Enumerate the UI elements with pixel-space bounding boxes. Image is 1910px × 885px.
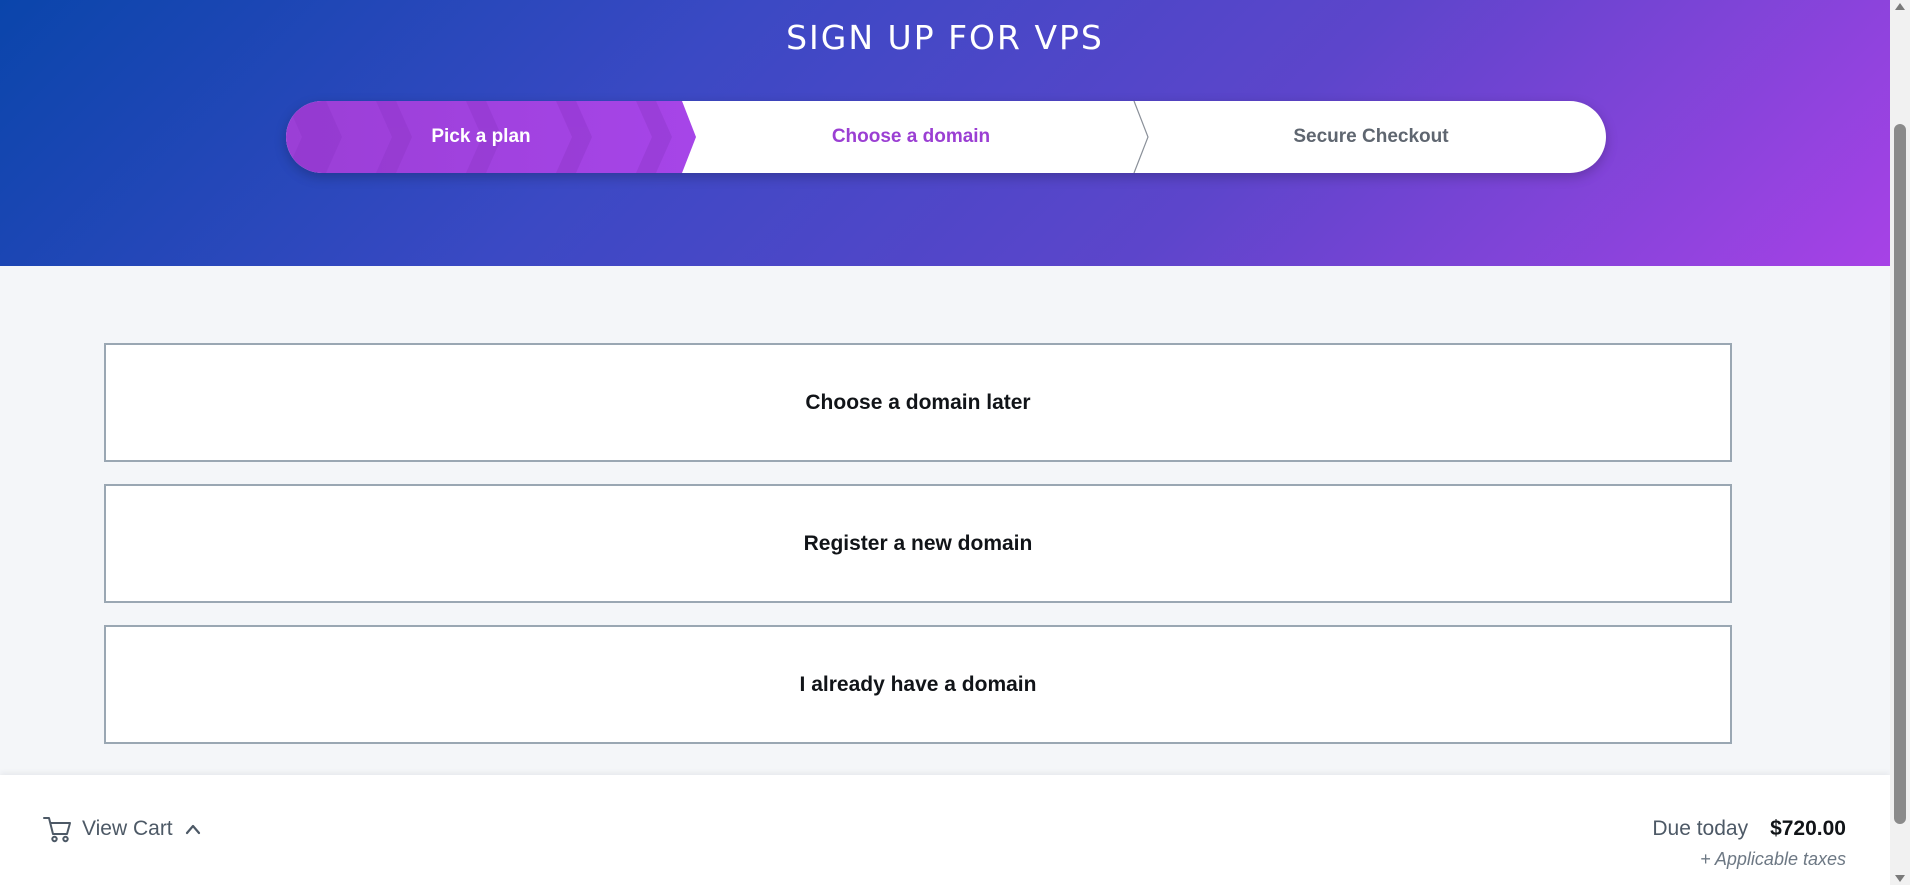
- due-today-row: Due today $720.00: [1652, 817, 1846, 841]
- page-title: SIGN UP FOR VPS: [786, 18, 1104, 57]
- progress-stepper: Pick a plan Choose a domain Secure Check…: [286, 101, 1606, 173]
- step-choose-a-domain[interactable]: Choose a domain: [686, 101, 1136, 173]
- step-pick-a-plan[interactable]: Pick a plan: [286, 101, 696, 173]
- step-secure-checkout[interactable]: Secure Checkout: [1136, 101, 1606, 173]
- step-label: Secure Checkout: [1293, 126, 1449, 147]
- already-have-domain-option[interactable]: I already have a domain: [104, 625, 1732, 744]
- step-label: Pick a plan: [431, 126, 531, 147]
- due-today-amount: $720.00: [1770, 817, 1846, 840]
- scroll-down-arrow-icon[interactable]: [1895, 875, 1905, 882]
- view-cart-label: View Cart: [82, 817, 173, 840]
- due-today-label: Due today: [1652, 817, 1749, 840]
- scroll-up-arrow-icon[interactable]: [1895, 3, 1905, 10]
- option-label: Choose a domain later: [805, 390, 1031, 414]
- choose-domain-later-option[interactable]: Choose a domain later: [104, 343, 1732, 462]
- step-label: Choose a domain: [831, 126, 991, 147]
- option-label: Register a new domain: [803, 531, 1033, 555]
- cart-footer-bar: View Cart Due today $720.00 + Applicable…: [0, 775, 1890, 885]
- page-scrollbar[interactable]: [1890, 0, 1910, 885]
- option-label: I already have a domain: [799, 672, 1037, 696]
- hero-header: SIGN UP FOR VPS Pick a plan Choose a dom…: [0, 0, 1890, 266]
- register-new-domain-option[interactable]: Register a new domain: [104, 484, 1732, 603]
- scrollbar-thumb[interactable]: [1894, 124, 1906, 824]
- applicable-taxes-note: + Applicable taxes: [1700, 849, 1846, 869]
- page: SIGN UP FOR VPS Pick a plan Choose a dom…: [0, 0, 1910, 885]
- view-cart-button[interactable]: View Cart: [42, 815, 201, 843]
- chevron-up-icon: [185, 824, 200, 835]
- cart-icon: [43, 817, 71, 843]
